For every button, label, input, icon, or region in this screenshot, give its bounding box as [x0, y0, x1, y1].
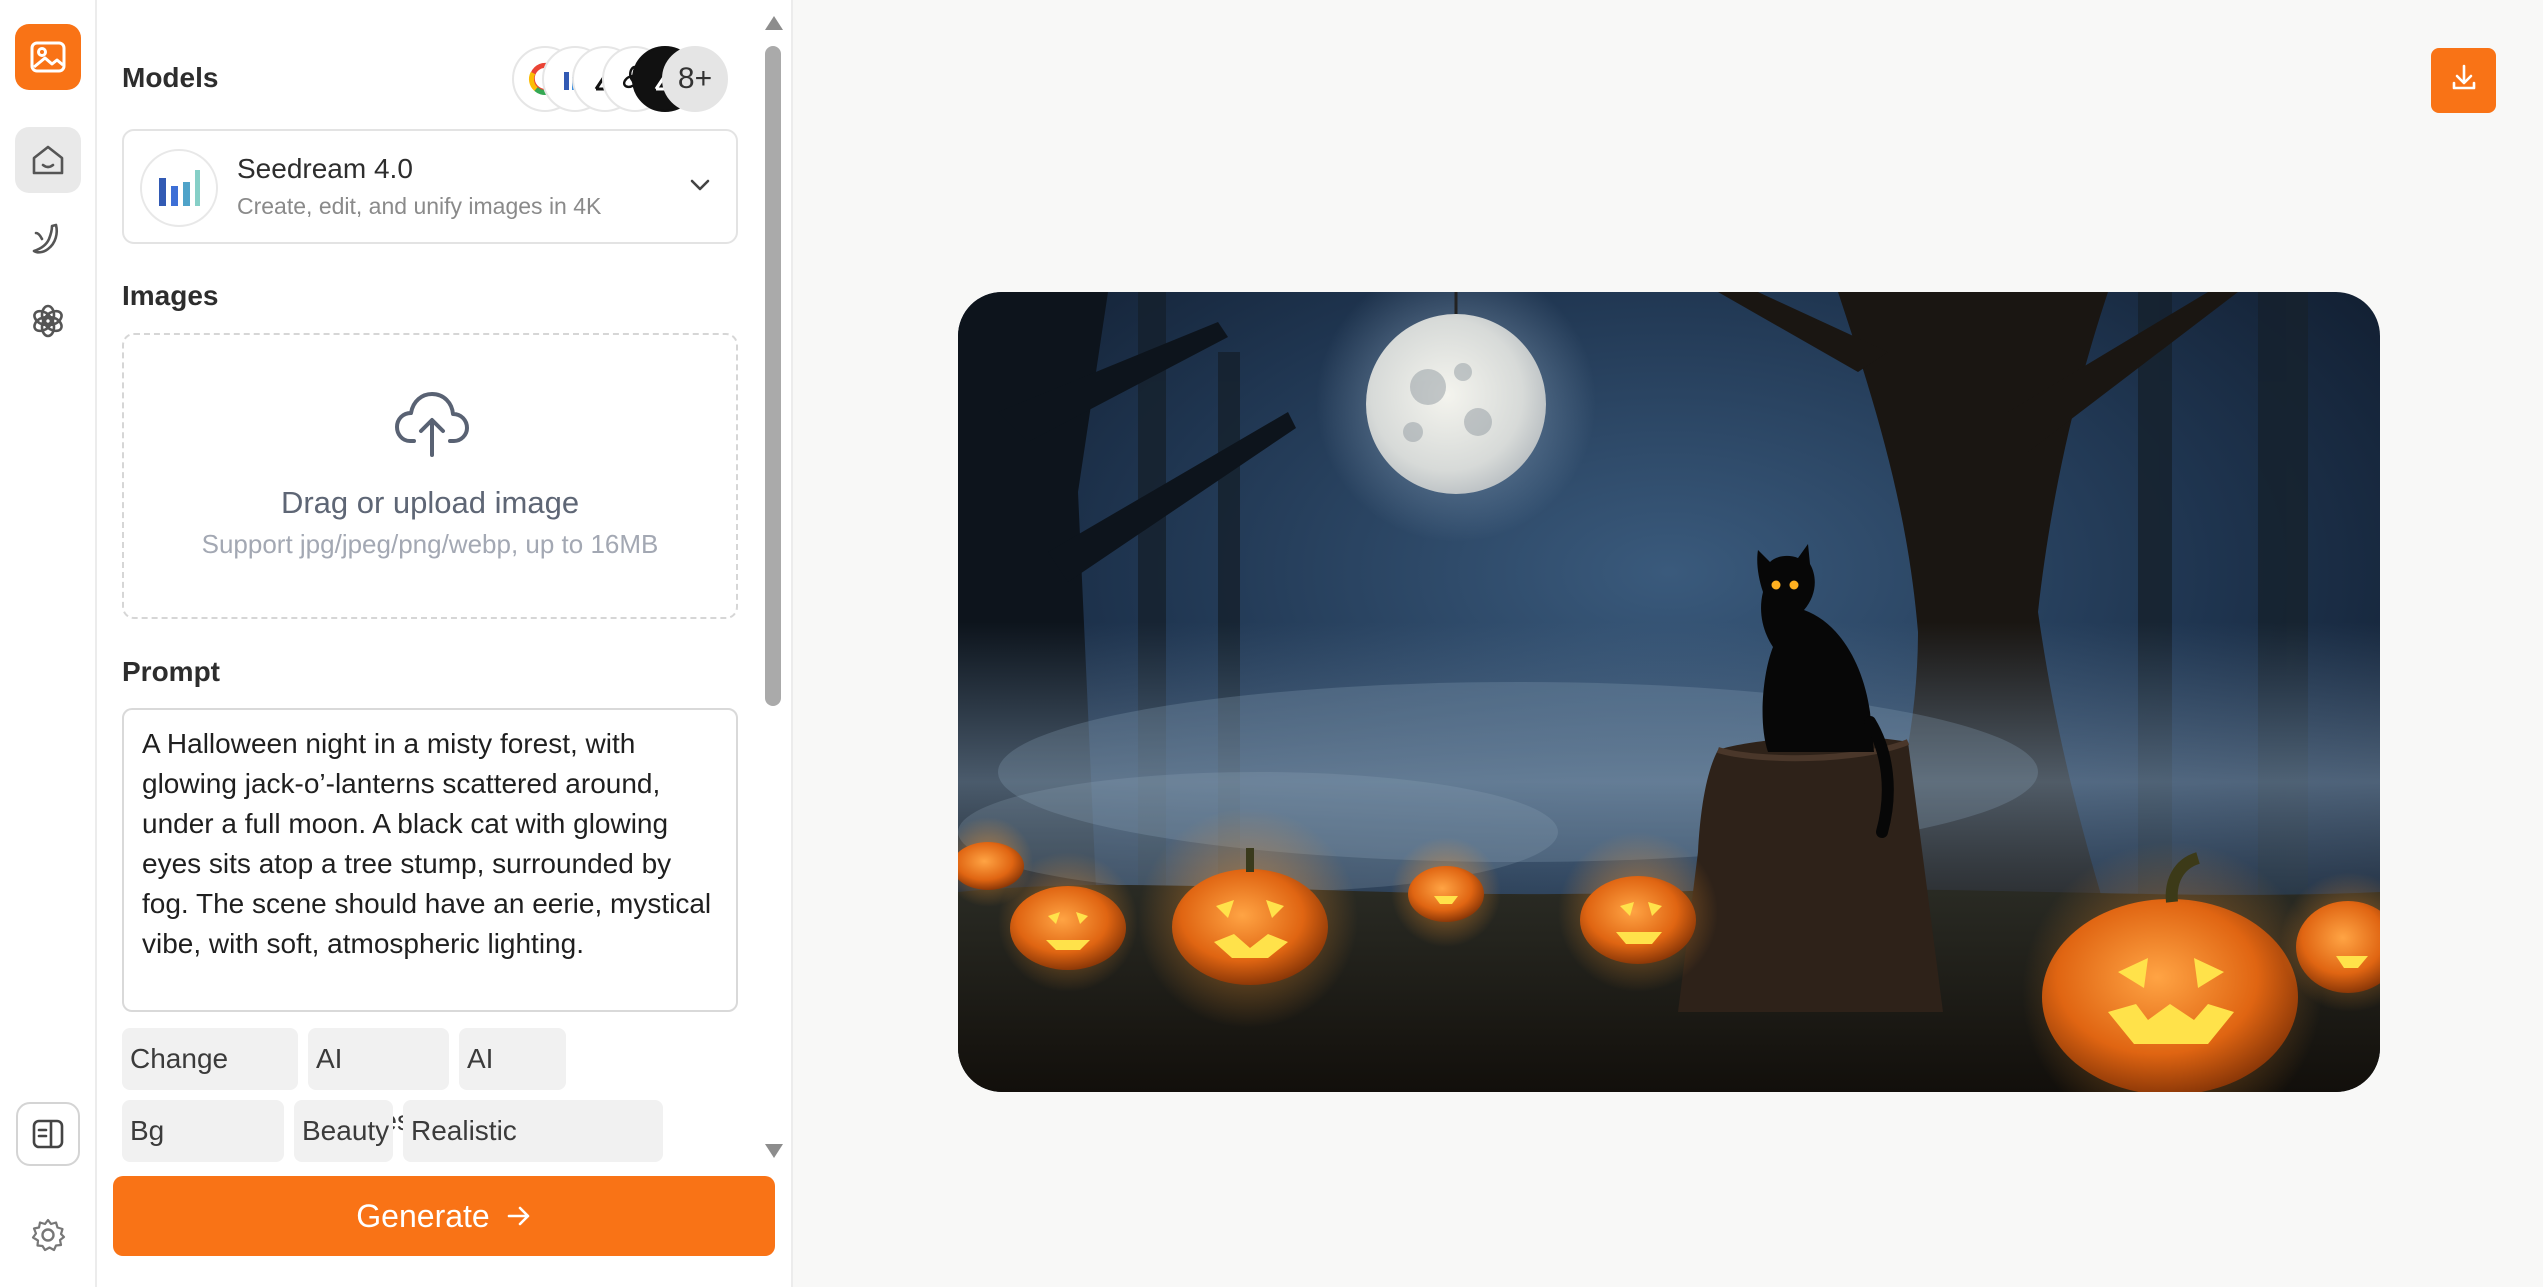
chip-realistic-conversion[interactable]: Realistic Conversion — [403, 1100, 663, 1208]
generated-image[interactable] — [958, 292, 2380, 1092]
prompt-input[interactable]: A Halloween night in a misty forest, wit… — [122, 708, 738, 1012]
scroll-up-arrow-icon[interactable] — [765, 16, 783, 30]
chip-change-pose[interactable]: Change Pose — [122, 1028, 298, 1136]
selected-model-description: Create, edit, and unify images in 4K — [237, 193, 602, 219]
upload-hint: Support jpg/jpeg/png/webp, up to 16MB — [201, 529, 659, 559]
upload-title: Drag or upload image — [280, 485, 580, 520]
download-button[interactable] — [2431, 48, 2496, 113]
generation-panel: Models 8+ Seedream 4.0 Create, edit, and… — [97, 0, 793, 1287]
models-title: Models — [122, 62, 219, 93]
model-provider-stack[interactable]: 8+ — [512, 46, 742, 112]
download-icon — [2448, 62, 2480, 99]
chip-beauty[interactable]: Beauty — [294, 1100, 393, 1162]
model-select[interactable]: Seedream 4.0 Create, edit, and unify ima… — [122, 129, 738, 244]
gear-icon[interactable] — [15, 1202, 81, 1268]
seedream-bars-icon — [140, 149, 218, 227]
panel-toggle-icon[interactable] — [16, 1102, 80, 1166]
images-title: Images — [122, 280, 219, 311]
cloud-upload-icon — [394, 389, 470, 464]
selected-model-name: Seedream 4.0 — [237, 153, 413, 184]
scroll-down-arrow-icon[interactable] — [765, 1144, 783, 1158]
more-models-badge[interactable]: 8+ — [662, 46, 728, 112]
scroll-thumb[interactable] — [765, 46, 781, 706]
chip-bg-remover[interactable]: Bg Remover — [122, 1100, 284, 1208]
openai-icon[interactable] — [15, 288, 81, 354]
chip-ai-clothes[interactable]: AI Clothes — [308, 1028, 449, 1136]
arrow-right-icon — [506, 1198, 532, 1235]
home-icon[interactable] — [15, 127, 81, 193]
chip-ai-filter[interactable]: AI Filter — [459, 1028, 566, 1136]
panel-scrollbar[interactable] — [760, 12, 786, 1162]
image-upload-dropzone[interactable]: Drag or upload image Support jpg/jpeg/pn… — [122, 333, 738, 619]
generate-button[interactable]: Generate — [113, 1176, 775, 1256]
generate-label: Generate — [356, 1197, 490, 1234]
icon-rail — [0, 0, 97, 1287]
banana-icon[interactable] — [15, 206, 81, 272]
chevron-down-icon[interactable] — [686, 171, 714, 204]
app-logo-icon[interactable] — [15, 24, 81, 90]
prompt-title: Prompt — [122, 656, 220, 687]
